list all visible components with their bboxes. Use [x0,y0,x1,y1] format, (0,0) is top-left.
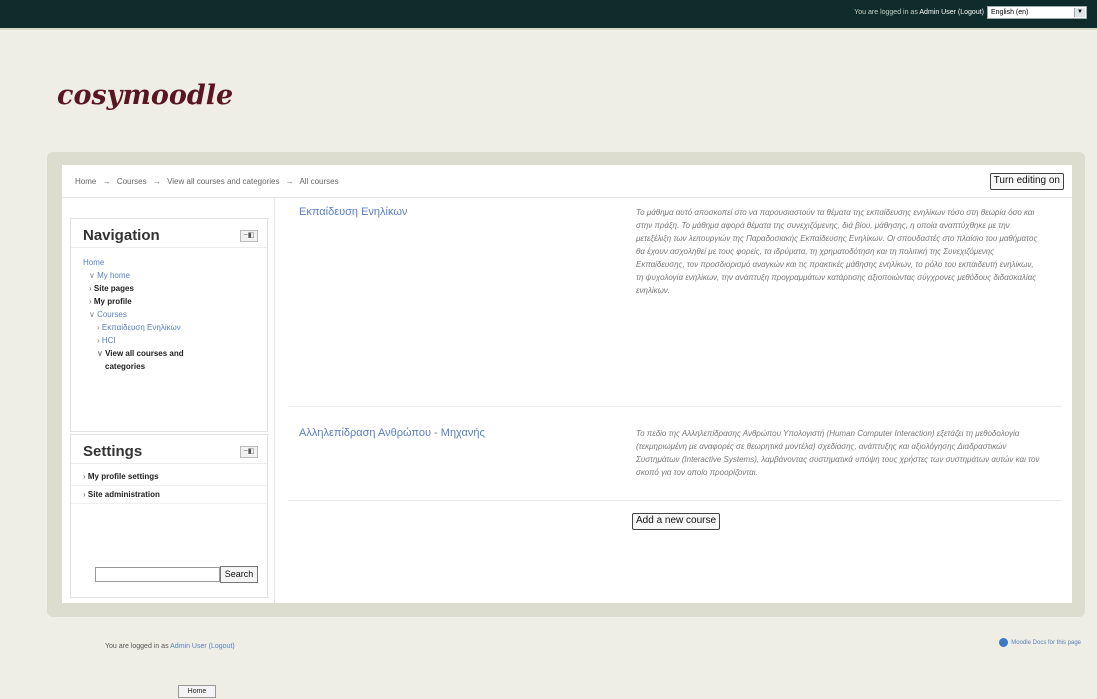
header-logout-link[interactable]: (Logout) [958,9,984,16]
nav-item[interactable]: Home [71,256,267,269]
turn-editing-on-button[interactable]: Turn editing on [989,173,1064,190]
dock-icon[interactable]: −◧ [240,446,258,458]
footer-login-prefix: You are logged in as [105,643,169,650]
breadcrumb-separator: → [152,177,161,186]
course-row: Αλληλεπίδραση Ανθρώπου - Μηχανής Το πεδί… [288,427,1062,501]
settings-item-my-profile[interactable]: › My profile settings [71,468,267,486]
header-login-prefix: You are logged in as [854,9,918,16]
globe-icon [999,638,1009,647]
breadcrumb-bar: Home → Courses → View all courses and ca… [62,165,1072,198]
nav-item[interactable]: ∨ My home [71,269,267,282]
navigation-block-header: Navigation −◧ [71,219,267,248]
nav-item-label: My home [97,271,130,280]
header-login-info: You are logged in as Admin User (Logout) [854,9,984,16]
breadcrumb-separator: → [102,177,111,186]
settings-tree: › My profile settings › Site administrat… [71,464,267,504]
breadcrumb-separator: → [285,177,294,186]
nav-item[interactable]: › Site pages [71,282,267,295]
moodle-docs-label: Moodle Docs for this page [1011,640,1081,647]
search-button[interactable]: Search [220,566,258,583]
course-summary: Το μάθημα αυτό αποσκοπεί στο να παρουσια… [636,208,1038,295]
settings-item-site-admin[interactable]: › Site administration [71,486,267,504]
settings-title: Settings [83,443,143,460]
course-link[interactable]: Εκπαίδευση Ενηλίκων [299,206,407,218]
language-select-value: English (en) [991,9,1029,16]
nav-item[interactable]: categories [71,360,267,373]
footer-logout-link[interactable]: (Logout) [209,643,235,650]
settings-item-label: My profile settings [87,472,159,481]
footer-login-info: You are logged in as Admin User (Logout) [105,643,235,650]
language-select[interactable]: English (en) ▼ [987,6,1087,19]
nav-item[interactable]: › My profile [71,295,267,308]
breadcrumb-courses[interactable]: Courses [117,177,147,186]
nav-item-label: Site pages [93,284,134,293]
chevron-down-icon: ▼ [1074,8,1085,17]
course-summary: Το πεδίο της Αλληλεπίδρασης Ανθρώπου Υπο… [636,429,1040,477]
site-name[interactable]: cosymoodle [57,80,233,111]
settings-block: Settings −◧ › My profile settings › Site… [70,434,268,598]
nav-item-label: Εκπαίδευση Ενηλίκων [101,323,181,332]
navigation-block: Navigation −◧ Home ∨ My home › Site pages ›… [70,218,268,432]
expanded-chevron-icon: ∨ [97,349,106,358]
expanded-chevron-icon: ∨ [89,310,98,319]
settings-block-header: Settings −◧ [71,435,267,464]
dock-icon[interactable]: −◧ [240,230,258,242]
moodle-docs-link[interactable]: Moodle Docs for this page [999,638,1081,647]
breadcrumb: Home → Courses → View all courses and ca… [75,177,343,186]
footer-user-link[interactable]: Admin User [170,643,207,650]
nav-item-label: categories [105,362,146,371]
nav-item-label: HCI [101,336,116,345]
breadcrumb-all-courses: All courses [299,177,339,186]
sidebar: Navigation −◧ Home ∨ My home › Site pages ›… [62,198,275,603]
nav-item[interactable]: › Εκπαίδευση Ενηλίκων [71,321,267,334]
nav-item-label: Courses [97,310,127,319]
search-input[interactable] [95,567,220,582]
settings-item-label: Site administration [87,490,160,499]
nav-item-label: My profile [93,297,132,306]
nav-item[interactable]: ∨ Courses [71,308,267,321]
navigation-tree: Home ∨ My home › Site pages › My profile ∨ C… [71,248,267,373]
nav-item[interactable]: › HCI [71,334,267,347]
navigation-title: Navigation [83,227,160,244]
top-bar: You are logged in as Admin User (Logout)… [0,0,1097,30]
header-user-link[interactable]: Admin User [919,9,956,16]
breadcrumb-view-all[interactable]: View all courses and categories [167,177,279,186]
expanded-chevron-icon: ∨ [89,271,98,280]
course-row: Εκπαίδευση Ενηλίκων Το μάθημα αυτό αποσκ… [288,206,1062,407]
breadcrumb-home[interactable]: Home [75,177,96,186]
course-link[interactable]: Αλληλεπίδραση Ανθρώπου - Μηχανής [299,427,485,439]
nav-item-label: Home [83,258,105,267]
home-button[interactable]: Home [178,685,216,698]
nav-item[interactable]: ∨ View all courses and [71,347,267,360]
nav-item-label: View all courses and [105,349,184,358]
add-new-course-button[interactable]: Add a new course [632,513,721,530]
